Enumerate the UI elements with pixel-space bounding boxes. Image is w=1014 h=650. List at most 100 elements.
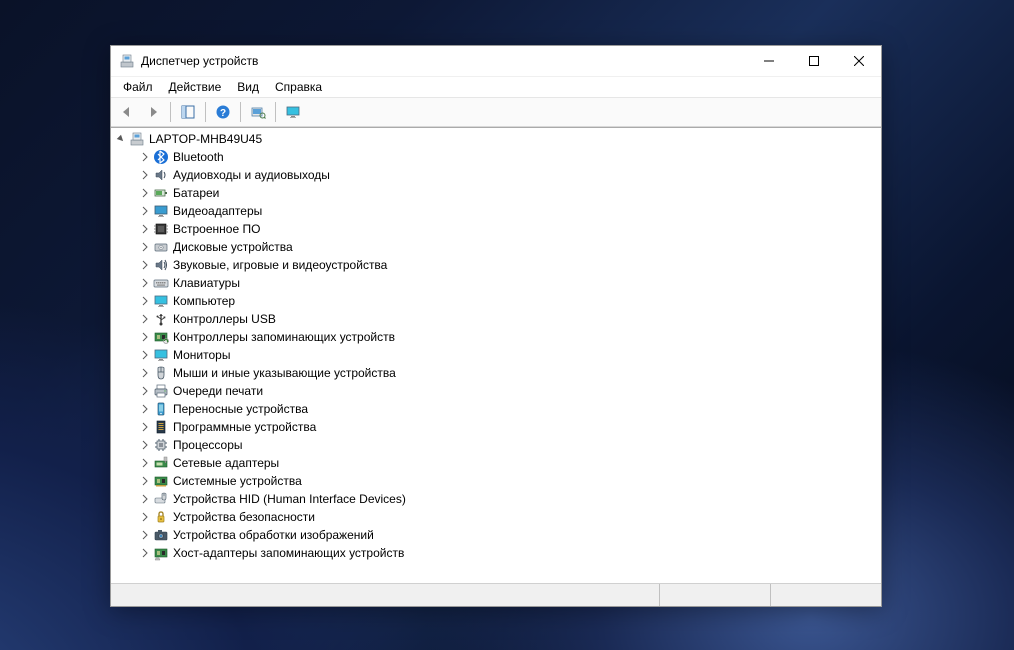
app-icon — [119, 53, 135, 69]
tree-item-row[interactable]: Устройства безопасности — [111, 508, 881, 526]
expander-closed-icon[interactable] — [139, 277, 151, 289]
expander-closed-icon[interactable] — [139, 493, 151, 505]
expander-closed-icon[interactable] — [139, 457, 151, 469]
tree-item-row[interactable]: Программные устройства — [111, 418, 881, 436]
toolbar-separator — [170, 102, 171, 122]
tree-item-row[interactable]: Устройства HID (Human Interface Devices) — [111, 490, 881, 508]
disk-drive-icon — [153, 239, 169, 255]
expander-closed-icon[interactable] — [139, 385, 151, 397]
expander-closed-icon[interactable] — [139, 241, 151, 253]
menu-file[interactable]: Файл — [115, 78, 161, 96]
tree-item-label: Батареи — [173, 186, 219, 200]
tree-item-row[interactable]: Компьютер — [111, 292, 881, 310]
tree-item-label: Программные устройства — [173, 420, 316, 434]
storage-controller-icon — [153, 329, 169, 345]
tree-item-label: Сетевые адаптеры — [173, 456, 279, 470]
toolbar-separator — [275, 102, 276, 122]
help-button[interactable]: ? — [211, 100, 235, 124]
tree-item-row[interactable]: Процессоры — [111, 436, 881, 454]
tree-item-row[interactable]: Хост-адаптеры запоминающих устройств — [111, 544, 881, 562]
window-controls — [746, 47, 881, 76]
tree-item-row[interactable]: Звуковые, игровые и видеоустройства — [111, 256, 881, 274]
expander-closed-icon[interactable] — [139, 259, 151, 271]
sound-video-game-icon — [153, 257, 169, 273]
status-cell — [770, 584, 881, 606]
tree-item-row[interactable]: Встроенное ПО — [111, 220, 881, 238]
menu-help[interactable]: Справка — [267, 78, 330, 96]
tree-root-row[interactable]: LAPTOP-MHB49U45 — [111, 130, 881, 148]
minimize-button[interactable] — [746, 47, 791, 76]
tree-item-label: Компьютер — [173, 294, 235, 308]
tree-item-label: Контроллеры USB — [173, 312, 276, 326]
expander-closed-icon[interactable] — [139, 313, 151, 325]
expander-closed-icon[interactable] — [139, 403, 151, 415]
menu-action[interactable]: Действие — [161, 78, 230, 96]
expander-closed-icon[interactable] — [139, 151, 151, 163]
tree-item-row[interactable]: Системные устройства — [111, 472, 881, 490]
show-hide-console-tree-button[interactable] — [176, 100, 200, 124]
bluetooth-icon — [153, 149, 169, 165]
expander-closed-icon[interactable] — [139, 187, 151, 199]
expander-closed-icon[interactable] — [139, 511, 151, 523]
tree-item-row[interactable]: Аудиовходы и аудиовыходы — [111, 166, 881, 184]
tree-item-row[interactable]: Контроллеры запоминающих устройств — [111, 328, 881, 346]
network-adapter-icon — [153, 455, 169, 471]
battery-icon — [153, 185, 169, 201]
device-tree[interactable]: LAPTOP-MHB49U45 Bluetooth Аудиовходы и ау… — [111, 127, 881, 583]
expander-closed-icon[interactable] — [139, 169, 151, 181]
tree-item-row[interactable]: Мыши и иные указывающие устройства — [111, 364, 881, 382]
toolbar-separator — [240, 102, 241, 122]
tree-root-label: LAPTOP-MHB49U45 — [149, 132, 262, 146]
expander-closed-icon[interactable] — [139, 529, 151, 541]
mouse-icon — [153, 365, 169, 381]
expander-closed-icon[interactable] — [139, 223, 151, 235]
tree-item-label: Клавиатуры — [173, 276, 240, 290]
menu-view[interactable]: Вид — [229, 78, 267, 96]
maximize-button[interactable] — [791, 47, 836, 76]
computer-icon — [153, 293, 169, 309]
monitor-view-button[interactable] — [281, 100, 305, 124]
tree-item-row[interactable]: Мониторы — [111, 346, 881, 364]
expander-closed-icon[interactable] — [139, 349, 151, 361]
tree-item-label: Звуковые, игровые и видеоустройства — [173, 258, 387, 272]
tree-item-row[interactable]: Дисковые устройства — [111, 238, 881, 256]
expander-closed-icon[interactable] — [139, 367, 151, 379]
expander-closed-icon[interactable] — [139, 547, 151, 559]
tree-item-row[interactable]: Клавиатуры — [111, 274, 881, 292]
status-bar — [111, 583, 881, 606]
menu-bar: Файл Действие Вид Справка — [111, 77, 881, 98]
nav-forward-button[interactable] — [141, 100, 165, 124]
nav-back-button[interactable] — [115, 100, 139, 124]
imaging-device-icon — [153, 527, 169, 543]
expander-closed-icon[interactable] — [139, 295, 151, 307]
tree-item-row[interactable]: Переносные устройства — [111, 400, 881, 418]
tree-item-row[interactable]: Устройства обработки изображений — [111, 526, 881, 544]
monitor-icon — [153, 347, 169, 363]
print-queue-icon — [153, 383, 169, 399]
security-device-icon — [153, 509, 169, 525]
toolbar-separator — [205, 102, 206, 122]
tree-item-row[interactable]: Сетевые адаптеры — [111, 454, 881, 472]
tree-item-label: Процессоры — [173, 438, 243, 452]
tree-item-row[interactable]: Bluetooth — [111, 148, 881, 166]
tree-item-label: Bluetooth — [173, 150, 224, 164]
expander-closed-icon[interactable] — [139, 475, 151, 487]
expander-closed-icon[interactable] — [139, 439, 151, 451]
tree-item-row[interactable]: Контроллеры USB — [111, 310, 881, 328]
window-title: Диспетчер устройств — [141, 54, 258, 68]
expander-closed-icon[interactable] — [139, 205, 151, 217]
title-bar[interactable]: Диспетчер устройств — [111, 46, 881, 77]
usb-controller-icon — [153, 311, 169, 327]
tree-item-label: Дисковые устройства — [173, 240, 293, 254]
close-button[interactable] — [836, 47, 881, 76]
scan-hardware-button[interactable] — [246, 100, 270, 124]
tree-item-label: Системные устройства — [173, 474, 302, 488]
expander-open-icon[interactable] — [115, 133, 127, 145]
toolbar: ? — [111, 98, 881, 127]
audio-io-icon — [153, 167, 169, 183]
expander-closed-icon[interactable] — [139, 331, 151, 343]
tree-item-row[interactable]: Видеоадаптеры — [111, 202, 881, 220]
tree-item-row[interactable]: Очереди печати — [111, 382, 881, 400]
tree-item-row[interactable]: Батареи — [111, 184, 881, 202]
expander-closed-icon[interactable] — [139, 421, 151, 433]
